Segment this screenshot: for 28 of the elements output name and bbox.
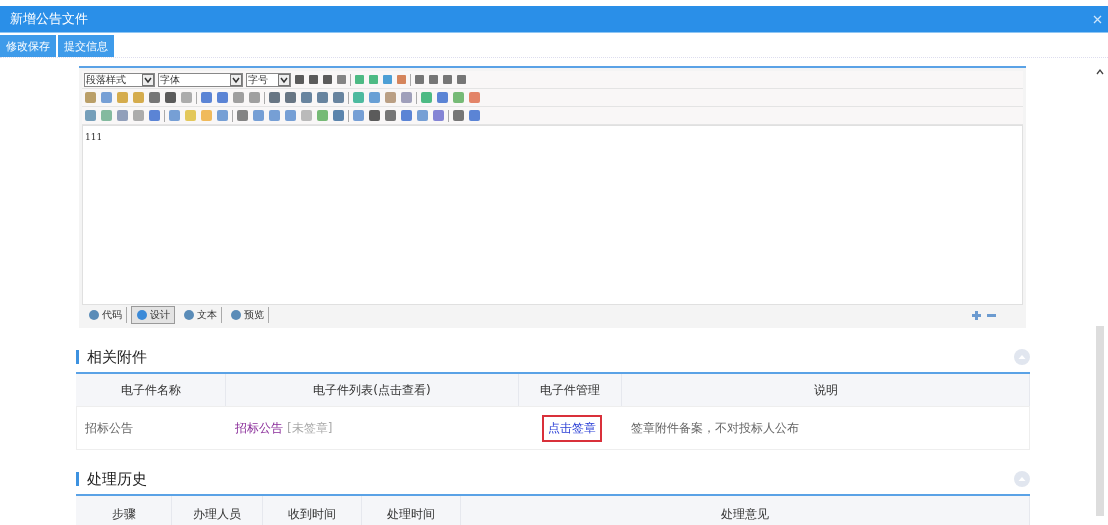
close-icon[interactable] (1093, 14, 1102, 24)
column-header: 步骤 (76, 496, 172, 525)
expand-icon[interactable] (971, 309, 982, 321)
editor-text: 111 (85, 132, 103, 142)
file-link[interactable]: 招标公告 (235, 419, 283, 437)
dropdown[interactable]: 字号 (246, 72, 291, 87)
editor-area[interactable]: 111 (82, 125, 1023, 305)
table-cell: 签章附件备案，不对投标人公布 (631, 419, 799, 437)
column-header: 处理意见 (461, 496, 1030, 525)
section-marker (76, 350, 79, 364)
dropdown[interactable]: 段落样式 (84, 72, 155, 87)
column-header: 收到时间 (263, 496, 362, 525)
mode-tab[interactable]: 设计 (131, 306, 175, 324)
dropdown[interactable]: 字体 (158, 72, 243, 87)
table-cell-text: 招标公告 (84, 419, 134, 437)
column-header: 办理人员 (172, 496, 263, 525)
section-title: 相关附件 (87, 347, 147, 367)
window-title: 新增公告文件 (10, 10, 89, 28)
column-header: 处理时间 (362, 496, 461, 525)
mode-tab[interactable]: 代码 (84, 307, 127, 323)
mode-tab[interactable]: 预览 (226, 307, 269, 323)
section-marker (76, 472, 79, 486)
section-title: 处理历史 (87, 469, 147, 489)
mode-tab[interactable]: 文本 (179, 307, 222, 323)
file-status: [未签章] (287, 419, 333, 437)
scrollbar-thumb[interactable] (1096, 326, 1104, 516)
scroll-up-icon[interactable] (1096, 68, 1104, 76)
sign-link[interactable]: 点击签章 (541, 414, 602, 442)
